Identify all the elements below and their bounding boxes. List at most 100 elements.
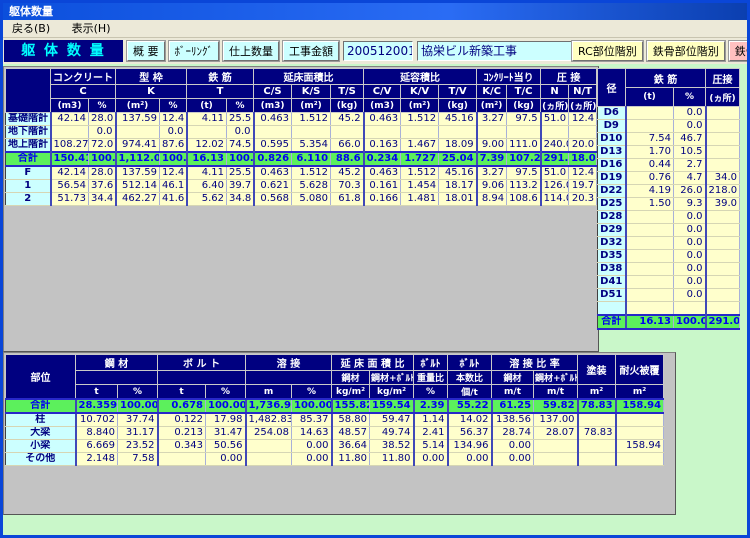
- steel-cell: 0.00: [292, 453, 332, 466]
- rebar-cell: 100.0: [674, 315, 706, 329]
- rebar-cell: [706, 276, 740, 289]
- header-diameter: 径: [598, 69, 626, 107]
- project-name-field[interactable]: 協栄ビル新築工事: [417, 41, 572, 61]
- group-paint: 塗装: [578, 355, 616, 385]
- overview-button[interactable]: 概 要: [127, 41, 165, 61]
- page-title: 躯 体 数 量: [4, 40, 123, 62]
- boring-button[interactable]: ﾎﾞｰﾘﾝｸﾞ: [169, 41, 220, 61]
- main-cell: 107.2: [507, 152, 541, 166]
- main-cell: 45.16: [439, 113, 477, 126]
- rebar-row-label: D22: [598, 185, 626, 198]
- steel-row-label: その他: [6, 453, 76, 466]
- steel-cell: 2.41: [414, 427, 448, 440]
- rebar-cell: 2.7: [674, 159, 706, 172]
- main-row: 251.7334.4462.2741.65.6234.80.5685.08061…: [6, 193, 597, 206]
- rebar-cell: [706, 237, 740, 250]
- main-cell: 9.06: [477, 180, 507, 193]
- main-cell: 46.1: [160, 180, 187, 193]
- rebar-cell: 0.0: [674, 250, 706, 263]
- rebar-row-label: D16: [598, 159, 626, 172]
- main-cell: 5.080: [292, 193, 331, 206]
- main-cell: 108.6: [507, 193, 541, 206]
- main-cell: 5.354: [292, 139, 331, 153]
- unit: m/t: [534, 385, 578, 400]
- rebar-row-label: 合計: [598, 315, 626, 329]
- main-cell: 100.0: [227, 152, 254, 166]
- menu-view[interactable]: 表示(H): [63, 20, 120, 37]
- construction-cost-button[interactable]: 工事金額: [283, 41, 339, 61]
- main-cell: 291.0: [541, 152, 569, 166]
- unit: %: [674, 88, 706, 107]
- main-cell: 0.0: [89, 126, 116, 139]
- rebar-row: D190.764.734.0: [598, 172, 740, 185]
- steel-cell: 58.80: [332, 413, 370, 427]
- project-code-field[interactable]: 200512001: [343, 41, 413, 61]
- main-row-label: F: [6, 166, 51, 180]
- steel-cell: 61.25: [492, 399, 534, 413]
- rebar-cell: [626, 302, 674, 315]
- rebar-row: D60.0: [598, 107, 740, 120]
- main-cell: [51, 126, 89, 139]
- unit: (ヵ所): [541, 99, 569, 113]
- subhead-ks: K/S: [292, 85, 331, 99]
- steel-cell: 0.00: [492, 440, 534, 453]
- rebar-row: D510.0: [598, 289, 740, 302]
- finish-quantity-button[interactable]: 仕上数量: [223, 41, 279, 61]
- main-cell: 12.4: [160, 113, 187, 126]
- main-cell: 97.5: [507, 166, 541, 180]
- rebar-cell: [706, 211, 740, 224]
- main-row-label: 地上階計: [6, 139, 51, 153]
- rebar-diameter-table: 径 鉄 筋 圧接 (t) % (ヵ所) D60.0D90.0D107.5446.…: [597, 68, 740, 330]
- main-cell: 12.4: [160, 166, 187, 180]
- rebar-row-label: D51: [598, 289, 626, 302]
- subhead-t: T: [187, 85, 254, 99]
- main-cell: 25.04: [439, 152, 477, 166]
- unit: (m3): [51, 99, 89, 113]
- main-cell: 97.5: [507, 113, 541, 126]
- steel-cell: 36.64: [332, 440, 370, 453]
- rebar-cell: [706, 302, 740, 315]
- main-cell: [507, 126, 541, 139]
- main-cell: 1.512: [401, 166, 439, 180]
- steel-cell: 254.08: [246, 427, 292, 440]
- steel-row: 大梁8.84031.170.21331.47254.0814.6348.5749…: [6, 427, 664, 440]
- steel-cell: 2.39: [414, 399, 448, 413]
- rebar-row: D90.0: [598, 120, 740, 133]
- rebar-cell: [626, 120, 674, 133]
- steel-floor-summary-button[interactable]: 鉄骨階別集計: [729, 41, 750, 61]
- main-cell: 20.3: [569, 193, 597, 206]
- steel-cell: 0.122: [158, 413, 206, 427]
- rebar-cell: 10.5: [674, 146, 706, 159]
- unit: (m3): [254, 99, 292, 113]
- rebar-cell: 7.54: [626, 133, 674, 146]
- menu-back[interactable]: 戻る(B): [3, 20, 59, 37]
- steel-cell: [158, 453, 206, 466]
- rebar-cell: [706, 120, 740, 133]
- steel-by-floor-button[interactable]: 鉄骨部位階別: [647, 41, 725, 61]
- unit: (kg): [507, 99, 541, 113]
- main-row: 地上階計108.2772.0974.4187.612.0274.50.5955.…: [6, 139, 597, 153]
- main-cell: 87.6: [160, 139, 187, 153]
- main-cell: 34.8: [227, 193, 254, 206]
- spacer: [76, 371, 158, 385]
- steel-cell: 50.56: [206, 440, 246, 453]
- rebar-row-label: D32: [598, 237, 626, 250]
- main-cell: 100.0: [160, 152, 187, 166]
- main-cell: 1.727: [401, 152, 439, 166]
- rc-by-floor-button[interactable]: RC部位階別: [572, 41, 643, 61]
- steel-cell: 8.840: [76, 427, 118, 440]
- main-cell: 1.481: [401, 193, 439, 206]
- steel-cell: 7.58: [118, 453, 158, 466]
- main-cell: 0.163: [364, 139, 401, 153]
- main-row-label: 基礎階計: [6, 113, 51, 126]
- steel-cell: 28.74: [492, 427, 534, 440]
- subhead-cs: C/S: [254, 85, 292, 99]
- main-cell: 5.628: [292, 180, 331, 193]
- main-cell: 0.0: [160, 126, 187, 139]
- rebar-cell: 0.0: [674, 211, 706, 224]
- steel-cell: [578, 453, 616, 466]
- group-rebar: 鉄 筋: [187, 69, 254, 85]
- rebar-cell: [626, 107, 674, 120]
- unit: (m²): [116, 99, 160, 113]
- steel-cell: 11.80: [370, 453, 414, 466]
